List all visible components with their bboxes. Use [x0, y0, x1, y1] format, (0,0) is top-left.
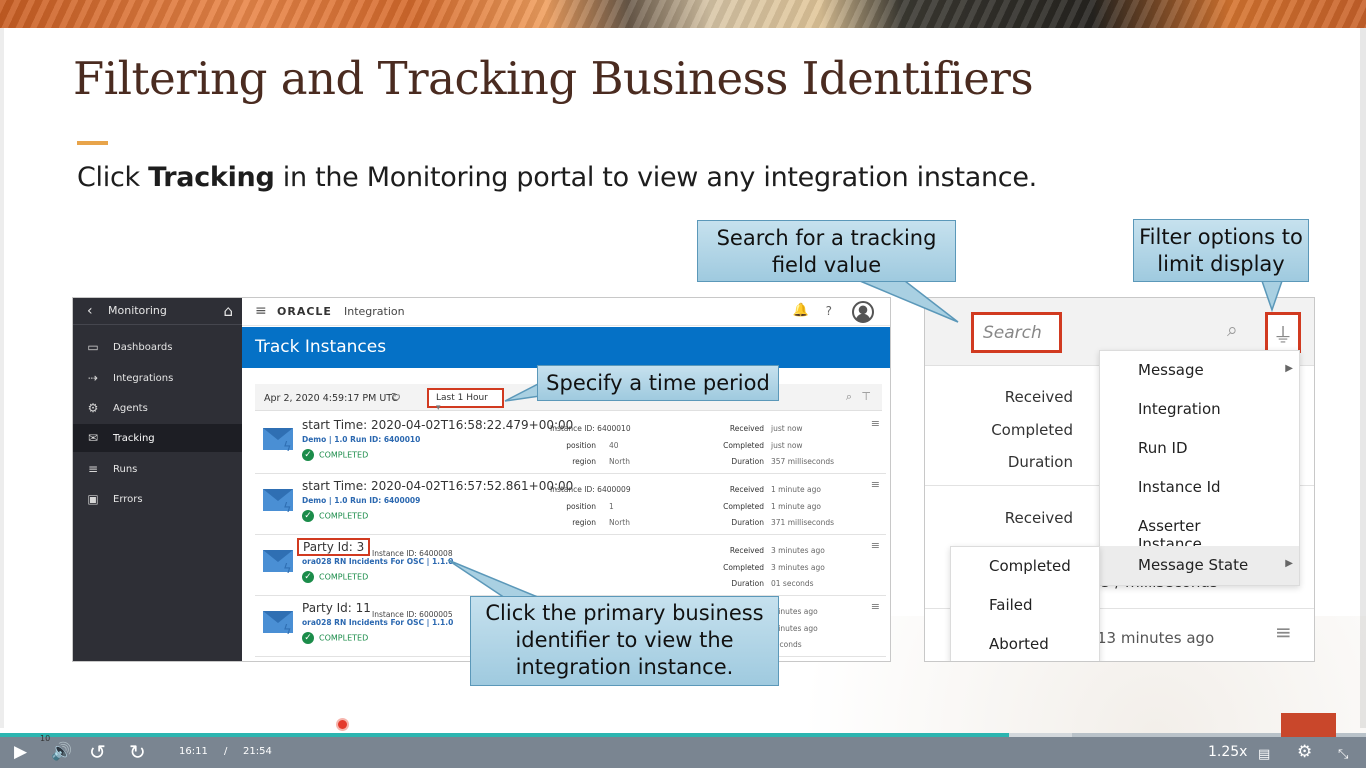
forward-icon[interactable]: ↻: [129, 742, 146, 762]
brand-logo: [1281, 713, 1336, 737]
speed-button[interactable]: 1.25x: [1208, 744, 1247, 760]
filter-callout-tail: [1260, 280, 1284, 313]
play-icon[interactable]: ▶: [14, 742, 27, 762]
current-time: 16:11: [179, 746, 208, 757]
rewind-icon[interactable]: ↺: [89, 742, 106, 762]
primary-callout: Click the primary business identifier to…: [470, 596, 779, 686]
slide-stage: Filtering and Tracking Business Identifi…: [0, 0, 1366, 768]
settings-icon[interactable]: ⚙: [1297, 742, 1312, 762]
marker-label: 10: [40, 734, 51, 743]
time-callout-tail: [504, 381, 541, 402]
volume-icon[interactable]: 🔊: [51, 742, 72, 762]
time-callout: Specify a time period: [537, 365, 779, 401]
time-separator: /: [224, 746, 228, 757]
captions-icon[interactable]: ▤: [1258, 745, 1270, 765]
primary-callout-tail: [447, 559, 541, 599]
search-callout-tail: [859, 280, 959, 323]
chapter-marker[interactable]: [338, 720, 347, 729]
fullscreen-icon[interactable]: ⤡: [1338, 745, 1348, 765]
total-time: 21:54: [243, 746, 272, 757]
filter-callout: Filter options to limit display: [1133, 219, 1309, 282]
search-callout: Search for a tracking field value: [697, 220, 956, 282]
